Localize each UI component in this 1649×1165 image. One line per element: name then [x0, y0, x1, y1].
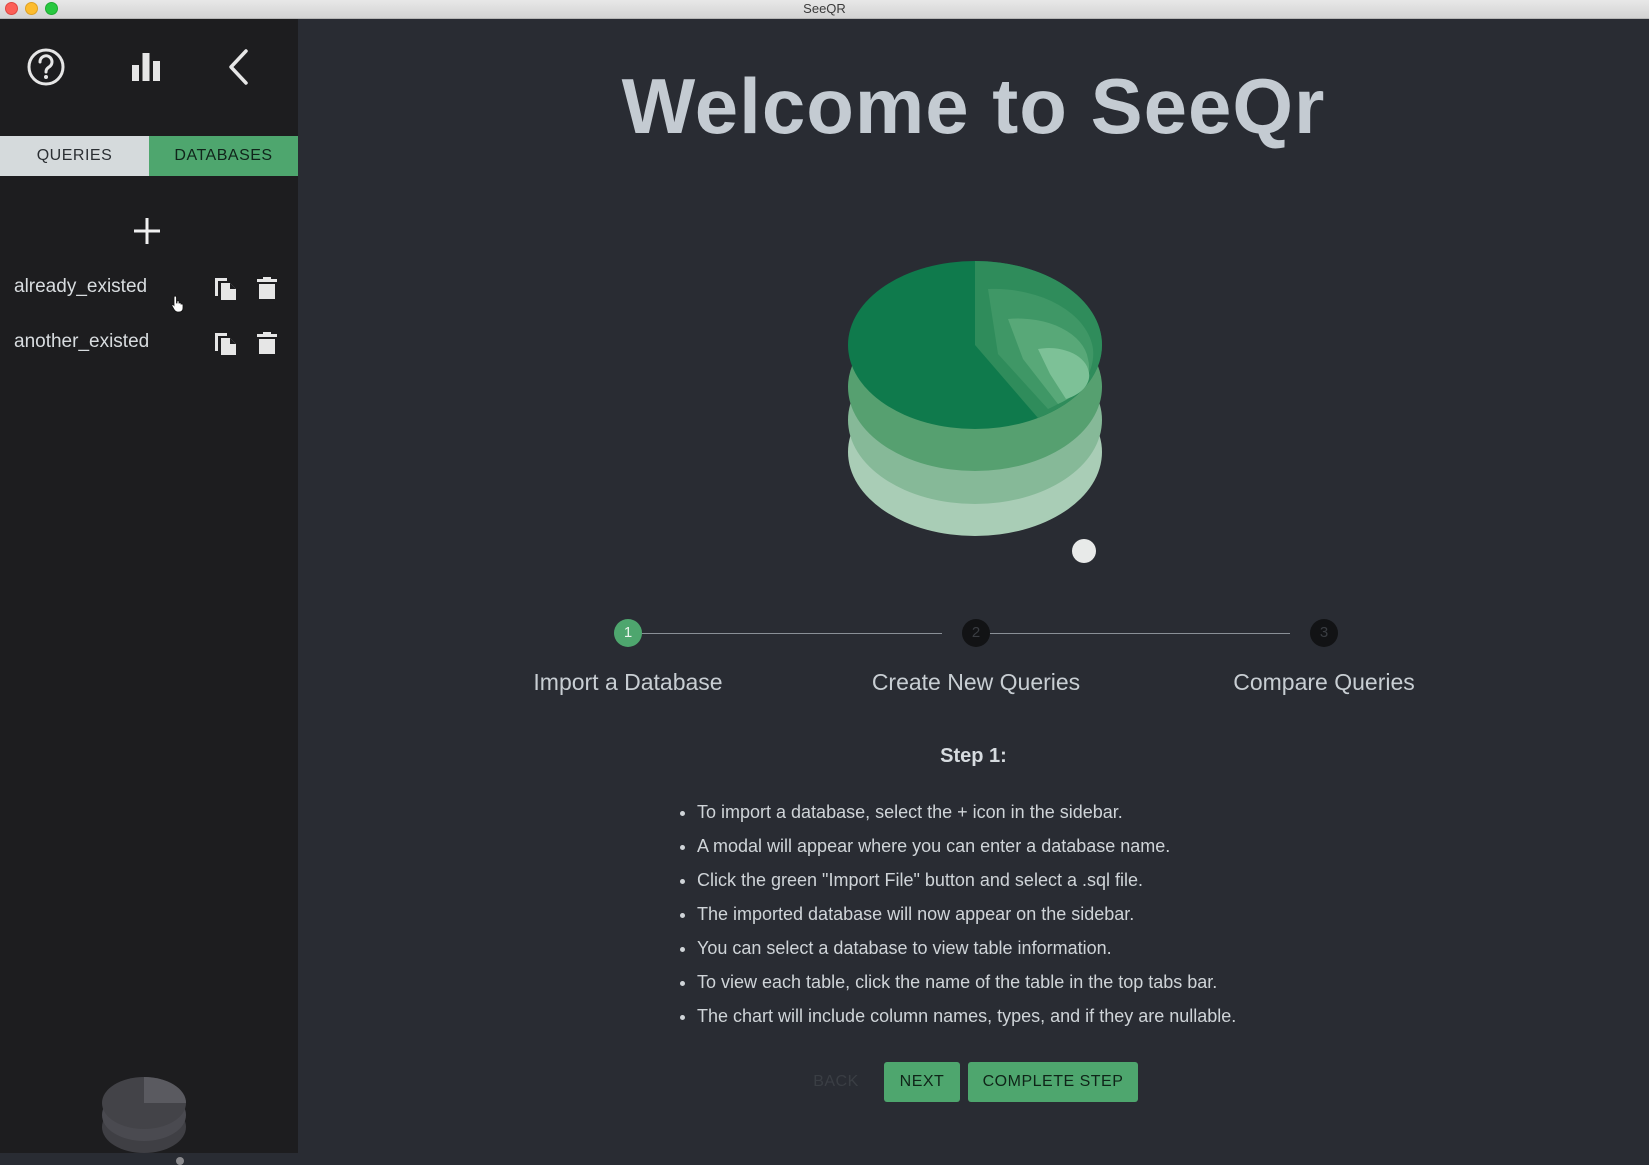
step-3-indicator[interactable]: 3	[1310, 619, 1338, 647]
database-item[interactable]: another_existed	[0, 325, 298, 361]
title-bar: SeeQR	[0, 0, 1649, 19]
trash-icon[interactable]	[255, 330, 279, 356]
seeqr-logo-icon	[848, 261, 1102, 563]
sidebar-tabs: QUERIES DATABASES	[0, 136, 298, 176]
step-3-label: Compare Queries	[1233, 669, 1415, 695]
stepper: 1 2 3 Import a Database Create New Queri…	[298, 619, 1649, 709]
sidebar: QUERIES DATABASES already_existed anothe…	[0, 19, 298, 1165]
help-icon[interactable]	[24, 45, 68, 89]
step-2-label: Create New Queries	[871, 669, 1081, 695]
tab-databases[interactable]: DATABASES	[149, 136, 298, 176]
instruction-item: To view each table, click the name of th…	[697, 965, 1373, 999]
database-name[interactable]: another_existed	[14, 331, 149, 353]
page-title: Welcome to SeeQr	[621, 62, 1326, 150]
instructions-list: To import a database, select the + icon …	[673, 795, 1373, 1033]
main-content: Welcome to SeeQr 1 2 3 Import a Database…	[298, 19, 1649, 1153]
copy-icon[interactable]	[212, 275, 238, 301]
instruction-item: To import a database, select the + icon …	[697, 795, 1373, 829]
next-button[interactable]: NEXT	[884, 1062, 960, 1102]
step-1-indicator[interactable]: 1	[614, 619, 642, 647]
step-connector	[632, 633, 942, 634]
step-heading: Step 1:	[940, 745, 1007, 767]
window-title: SeeQR	[803, 1, 846, 16]
step-connector	[980, 633, 1290, 634]
add-database-button[interactable]	[131, 215, 163, 247]
app-window: SeeQR QUERIES DATABASES already_existed	[0, 0, 1649, 1165]
instruction-item: The imported database will now appear on…	[697, 897, 1373, 931]
trash-icon[interactable]	[255, 275, 279, 301]
step-2-indicator[interactable]: 2	[962, 619, 990, 647]
hand-cursor-icon	[171, 295, 184, 313]
back-button[interactable]: BACK	[806, 1062, 866, 1102]
step-1-label: Import a Database	[533, 669, 723, 695]
instruction-item: A modal will appear where you can enter …	[697, 829, 1373, 863]
chevron-left-icon[interactable]	[218, 45, 262, 89]
instruction-item: Click the green "Import File" button and…	[697, 863, 1373, 897]
instruction-item: The chart will include column names, typ…	[697, 999, 1373, 1033]
database-name[interactable]: already_existed	[14, 276, 147, 298]
complete-step-button[interactable]: COMPLETE STEP	[968, 1062, 1138, 1102]
instruction-item: You can select a database to view table …	[697, 931, 1373, 965]
bar-chart-icon[interactable]	[124, 45, 168, 89]
copy-icon[interactable]	[212, 330, 238, 356]
tab-queries[interactable]: QUERIES	[0, 136, 149, 176]
database-item[interactable]: already_existed	[0, 270, 298, 306]
seeqr-mini-logo-icon	[102, 1077, 186, 1165]
